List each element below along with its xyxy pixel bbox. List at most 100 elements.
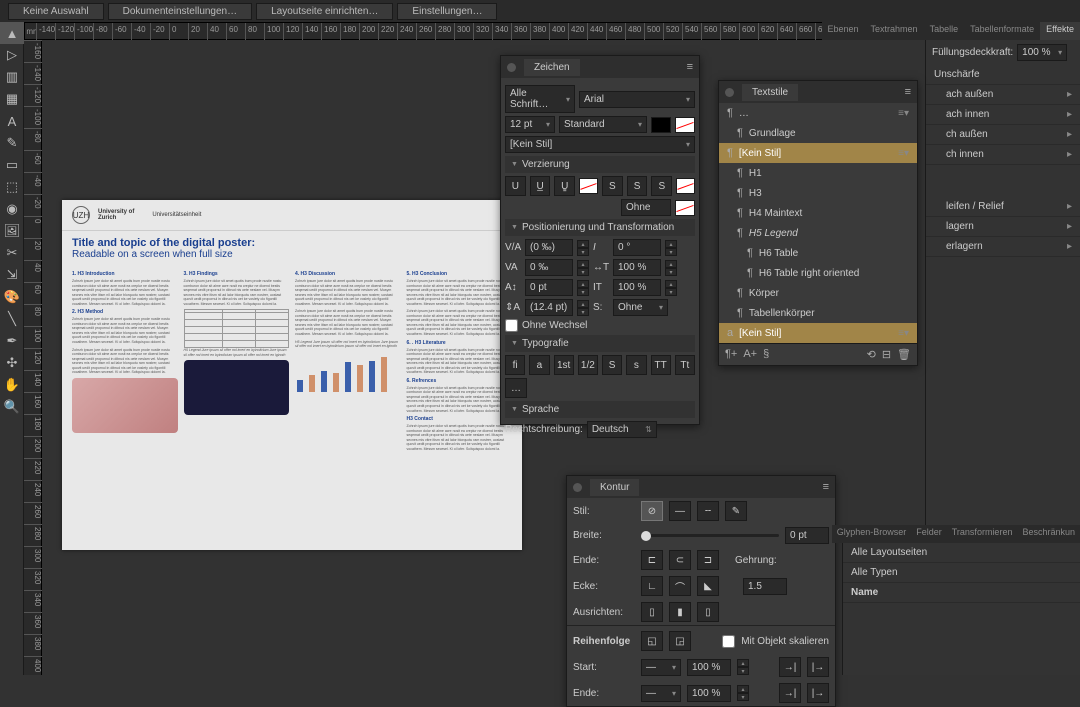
delete-style-icon[interactable]: 🗑 xyxy=(897,348,911,361)
shape-tool[interactable]: ⬚ xyxy=(0,176,24,198)
baseline-stepper[interactable]: ▴▾ xyxy=(577,280,589,296)
layouts-filter[interactable]: Alle Layoutseiten xyxy=(843,543,1080,563)
strike-double-icon[interactable]: S xyxy=(627,176,648,196)
scale-with-object-checkbox[interactable] xyxy=(722,635,735,648)
doc-settings-button[interactable]: Dokumenteinstellungen… xyxy=(108,3,253,20)
typography-section[interactable]: Typografie xyxy=(505,335,695,352)
effect-outer-shadow[interactable]: ach außen▸ xyxy=(926,85,1080,105)
leading-input[interactable] xyxy=(525,299,573,316)
underline-double-icon[interactable]: U̲ xyxy=(530,176,551,196)
text-style-item[interactable]: ¶…≡▾ xyxy=(719,103,917,123)
add-group-icon[interactable]: § xyxy=(763,348,769,361)
decoration-none-select[interactable]: Ohne xyxy=(621,199,671,216)
align-inside-icon[interactable]: ▮ xyxy=(669,602,691,622)
ligatures-select[interactable]: Ohne▾ xyxy=(613,299,668,316)
underline-single-icon[interactable]: U xyxy=(505,176,526,196)
slant-stepper[interactable]: ▴▾ xyxy=(665,240,677,256)
hscale-input[interactable] xyxy=(613,259,661,276)
align-outside-icon[interactable]: ▯ xyxy=(697,602,719,622)
tab-table-formats[interactable]: Tabellenformate xyxy=(964,22,1040,40)
typo-4-icon[interactable]: S xyxy=(602,355,622,375)
font-color-swatch[interactable] xyxy=(651,117,671,133)
table-tool[interactable]: ▦ xyxy=(0,88,24,110)
transform-tool[interactable]: ⇲ xyxy=(0,264,24,286)
font-bg-swatch[interactable] xyxy=(675,117,695,133)
decoration-section[interactable]: Verzierung xyxy=(505,156,695,173)
cap-square-icon[interactable]: ⊐ xyxy=(697,550,719,570)
strike-thick-icon[interactable]: S xyxy=(651,176,672,196)
text-styles-panel-title[interactable]: Textstile xyxy=(742,84,798,101)
effect-outer-glow[interactable]: ch außen▸ xyxy=(926,125,1080,145)
decoration-color-swatch[interactable] xyxy=(675,200,695,216)
end-pct-input[interactable] xyxy=(687,685,731,702)
add-char-style-icon[interactable]: A+ xyxy=(743,348,757,361)
vscale-stepper[interactable]: ▴▾ xyxy=(665,280,677,296)
arrow-place-end2-icon[interactable]: |→ xyxy=(807,683,829,703)
character-panel-title[interactable]: Zeichen xyxy=(524,59,580,76)
name-column-header[interactable]: Name xyxy=(843,583,1080,603)
tab-constraints[interactable]: Beschränkun xyxy=(1017,525,1080,543)
tracking-input[interactable] xyxy=(525,259,573,276)
typo-2-icon[interactable]: 1st xyxy=(554,355,574,375)
page[interactable]: UZH University ofZurich Universitätseinh… xyxy=(62,200,522,550)
positioning-section[interactable]: Positionierung und Transformation xyxy=(505,219,695,236)
add-para-style-icon[interactable]: ¶+ xyxy=(725,348,737,361)
zoom-tool[interactable]: 🔍 xyxy=(0,396,24,418)
effect-overlay[interactable]: erlagern▸ xyxy=(926,237,1080,257)
text-style-item[interactable]: ¶H3 xyxy=(719,183,917,203)
hscale-stepper[interactable]: ▴▾ xyxy=(665,260,677,276)
panel-menu-icon[interactable]: ≡ xyxy=(823,481,829,493)
text-style-item[interactable]: ¶H6 Table right oriented xyxy=(719,263,917,283)
typo-1-icon[interactable]: a xyxy=(529,355,549,375)
picture-frame-tool[interactable]: ▭ xyxy=(0,154,24,176)
effect-layer[interactable]: lagern▸ xyxy=(926,217,1080,237)
text-style-item[interactable]: ¶Körper xyxy=(719,283,917,303)
join-miter-icon[interactable]: ∟ xyxy=(641,576,663,596)
font-collection-select[interactable]: Alle Schrift…▾ xyxy=(505,85,575,113)
slant-input[interactable] xyxy=(613,239,661,256)
text-frame-tool[interactable]: ▥ xyxy=(0,66,24,88)
font-style-select[interactable]: Standard▾ xyxy=(559,116,647,133)
tab-text-frames[interactable]: Textrahmen xyxy=(865,22,924,40)
char-style-select[interactable]: [Kein Stil]▾ xyxy=(505,136,695,153)
tab-glyph-browser[interactable]: Glyphen-Browser xyxy=(832,525,912,543)
select-tool[interactable]: ▲ xyxy=(0,22,24,44)
place-image-tool[interactable]: 🖼 xyxy=(0,220,24,242)
effect-inner-shadow[interactable]: ach innen▸ xyxy=(926,105,1080,125)
no-break-checkbox[interactable] xyxy=(505,319,518,332)
text-style-item[interactable]: ¶H1 xyxy=(719,163,917,183)
baseline-input[interactable] xyxy=(525,279,573,296)
color-picker-tool[interactable]: 🎨 xyxy=(0,286,24,308)
ruler-vertical[interactable]: -160-140-120-100-80-60-40-20020406080100… xyxy=(24,40,42,675)
eyedrop-tool[interactable]: ✣ xyxy=(0,352,24,374)
order-front-icon[interactable]: ◲ xyxy=(669,631,691,651)
direct-select-tool[interactable]: ▷ xyxy=(0,44,24,66)
tab-layers[interactable]: Ebenen xyxy=(822,22,865,40)
stroke-width-slider[interactable] xyxy=(641,534,779,537)
strike-color-swatch[interactable] xyxy=(676,178,695,194)
text-style-item[interactable]: ¶[Kein Stil]≡▾ xyxy=(719,143,917,163)
font-size-input[interactable]: 12 pt▾ xyxy=(505,116,555,133)
order-behind-icon[interactable]: ◱ xyxy=(641,631,663,651)
pen-tool[interactable]: ✒ xyxy=(0,330,24,352)
stroke-none-icon[interactable]: ⊘ xyxy=(641,501,663,521)
leading-stepper[interactable]: ▴▾ xyxy=(577,300,589,316)
tab-effects[interactable]: Effekte xyxy=(1040,22,1080,40)
crop-tool[interactable]: ✂ xyxy=(0,242,24,264)
kerning-input[interactable] xyxy=(525,239,573,256)
underline-thick-icon[interactable]: U̳ xyxy=(554,176,575,196)
spellcheck-select[interactable]: Deutsch⇅ xyxy=(587,421,657,438)
underline-color-swatch[interactable] xyxy=(579,178,598,194)
text-style-item[interactable]: ¶H5 Legend xyxy=(719,223,917,243)
types-filter[interactable]: Alle Typen xyxy=(843,563,1080,583)
text-style-item[interactable]: ¶H6 Table xyxy=(719,243,917,263)
join-round-icon[interactable]: ⌒ xyxy=(669,576,691,596)
start-arrow-select[interactable]: —▾ xyxy=(641,659,681,676)
arrow-place-start-icon[interactable]: →| xyxy=(779,657,801,677)
kerning-stepper[interactable]: ▴▾ xyxy=(577,240,589,256)
cap-butt-icon[interactable]: ⊏ xyxy=(641,550,663,570)
line-tool[interactable]: ╲ xyxy=(0,308,24,330)
fill-tool[interactable]: ◉ xyxy=(0,198,24,220)
tab-table[interactable]: Tabelle xyxy=(924,22,965,40)
settings-button[interactable]: Einstellungen… xyxy=(397,3,497,20)
